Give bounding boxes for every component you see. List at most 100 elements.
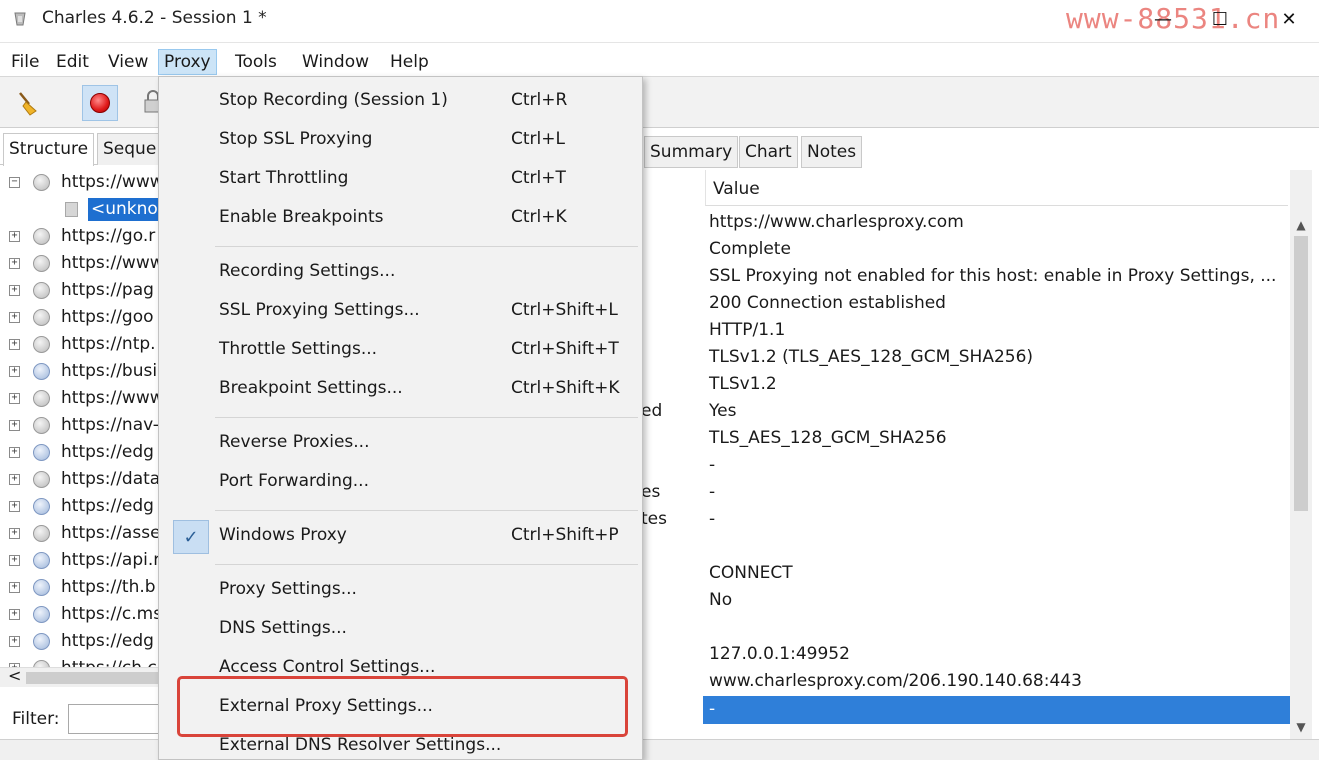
menu-item-reverse-proxies[interactable]: Reverse Proxies...	[159, 425, 642, 463]
value-cell[interactable]: SSL Proxying not enabled for this host: …	[709, 263, 1276, 290]
menu-item-throttle-settings[interactable]: Throttle Settings... Ctrl+Shift+T	[159, 332, 642, 370]
checkmark-icon: ✓	[173, 520, 209, 554]
menu-tools[interactable]: Tools	[230, 49, 282, 75]
tree-child-row[interactable]: <unkno	[0, 196, 165, 223]
scroll-down-icon[interactable]: ▼	[1290, 720, 1312, 734]
value-cell[interactable]: 200 Connection established	[709, 290, 946, 317]
expand-icon[interactable]: +	[9, 555, 20, 566]
collapse-icon[interactable]: −	[9, 177, 20, 188]
value-cell[interactable]: TLSv1.2	[709, 371, 777, 398]
tree-host-row[interactable]: + https://data	[0, 466, 165, 493]
tree-host-label: https://www	[61, 388, 164, 408]
menu-item-breakpoint-settings[interactable]: Breakpoint Settings... Ctrl+Shift+K	[159, 371, 642, 409]
menu-item-dns-settings[interactable]: DNS Settings...	[159, 611, 642, 649]
expand-icon[interactable]: +	[9, 420, 20, 431]
menu-item-ssl-proxying-settings[interactable]: SSL Proxying Settings... Ctrl+Shift+L	[159, 293, 642, 331]
tree-host-row[interactable]: + https://edg	[0, 439, 165, 466]
tree-host-row[interactable]: + https://edg	[0, 493, 165, 520]
tree-host-row[interactable]: + https://pag	[0, 277, 165, 304]
tree-child-label: <unkno	[88, 198, 161, 221]
expand-icon[interactable]: +	[9, 393, 20, 404]
menu-view[interactable]: View	[103, 49, 153, 75]
expand-icon[interactable]: +	[9, 366, 20, 377]
value-cell[interactable]: CONNECT	[709, 560, 793, 587]
host-lock-icon	[33, 471, 50, 488]
tree-host-row[interactable]: + https://www	[0, 250, 165, 277]
value-cell[interactable]: Complete	[709, 236, 791, 263]
scroll-up-icon[interactable]: ▲	[1290, 218, 1312, 232]
expand-icon[interactable]: +	[9, 582, 20, 593]
horizontal-scroll-thumb[interactable]	[26, 672, 161, 684]
minimize-button[interactable]: —	[1148, 6, 1178, 32]
value-cell[interactable]: www.charlesproxy.com/206.190.140.68:443	[709, 668, 1082, 695]
value-cell[interactable]: -	[709, 479, 715, 506]
filter-input[interactable]	[68, 704, 165, 734]
menu-file[interactable]: File	[6, 49, 44, 75]
tab-summary[interactable]: Summary	[644, 136, 739, 168]
expand-icon[interactable]: +	[9, 447, 20, 458]
close-button[interactable]: ✕	[1274, 6, 1304, 32]
host-lock-icon	[33, 606, 50, 623]
menu-item-port-forwarding[interactable]: Port Forwarding...	[159, 464, 642, 502]
record-button[interactable]	[82, 85, 118, 121]
tree-host-row[interactable]: + https://nav-	[0, 412, 165, 439]
value-cell[interactable]: -	[709, 506, 715, 533]
expand-icon[interactable]: +	[9, 231, 20, 242]
tree-host-row[interactable]: + https://go.r	[0, 223, 165, 250]
maximize-button[interactable]: ☐	[1205, 6, 1235, 32]
expand-icon[interactable]: +	[9, 636, 20, 647]
value-cell[interactable]: No	[709, 587, 732, 614]
expand-icon[interactable]: +	[9, 312, 20, 323]
menu-item-shortcut: Ctrl+Shift+T	[511, 339, 619, 359]
tab-notes[interactable]: Notes	[801, 136, 863, 168]
menu-item-stop-ssl-proxying[interactable]: Stop SSL Proxying Ctrl+L	[159, 122, 642, 160]
tree-host-row[interactable]: + https://www	[0, 385, 165, 412]
menu-item-proxy-settings[interactable]: Proxy Settings...	[159, 572, 642, 610]
expand-icon[interactable]: +	[9, 258, 20, 269]
scroll-left-icon[interactable]: <	[8, 666, 21, 685]
tab-structure[interactable]: Structure	[3, 133, 95, 166]
menu-item-shortcut: Ctrl+Shift+L	[511, 300, 618, 320]
tree-host-row[interactable]: + https://goo	[0, 304, 165, 331]
tree-host-row[interactable]: + https://busi	[0, 358, 165, 385]
value-cell[interactable]: HTTP/1.1	[709, 317, 785, 344]
tree-host-row[interactable]: − https://www	[0, 169, 165, 196]
tree-host-row[interactable]: + https://asse	[0, 520, 165, 547]
value-cell[interactable]: TLSv1.2 (TLS_AES_128_GCM_SHA256)	[709, 344, 1033, 371]
menu-window[interactable]: Window	[297, 49, 374, 75]
vertical-scroll-thumb[interactable]	[1294, 236, 1308, 511]
expand-icon[interactable]: +	[9, 285, 20, 296]
menu-item-windows-proxy[interactable]: ✓ Windows Proxy Ctrl+Shift+P	[159, 518, 642, 556]
horizontal-scrollbar[interactable]: <	[0, 666, 165, 687]
value-column-header[interactable]: Value	[705, 170, 1288, 206]
menu-item-recording-settings[interactable]: Recording Settings...	[159, 254, 642, 292]
menu-help[interactable]: Help	[385, 49, 434, 75]
request-icon	[65, 202, 78, 217]
expand-icon[interactable]: +	[9, 339, 20, 350]
expand-icon[interactable]: +	[9, 474, 20, 485]
value-cell[interactable]: https://www.charlesproxy.com	[709, 209, 964, 236]
tree-host-row[interactable]: + https://ntp.	[0, 331, 165, 358]
value-cell[interactable]: -	[709, 452, 715, 479]
menu-item-start-throttling[interactable]: Start Throttling Ctrl+T	[159, 161, 642, 199]
clear-session-button[interactable]	[10, 85, 46, 121]
tree-host-row[interactable]: + https://th.b	[0, 574, 165, 601]
tree-host-row[interactable]: + https://c.ms	[0, 601, 165, 628]
value-cell[interactable]: TLS_AES_128_GCM_SHA256	[709, 425, 947, 452]
tab-sequence[interactable]: Seque	[97, 133, 163, 165]
value-cell[interactable]: 127.0.0.1:49952	[709, 641, 850, 668]
tree-host-label: https://data	[61, 469, 161, 489]
value-cell[interactable]: Yes	[709, 398, 736, 425]
expand-icon[interactable]: +	[9, 609, 20, 620]
tree-host-row[interactable]: + https://api.r	[0, 547, 165, 574]
menu-proxy[interactable]: Proxy	[158, 49, 217, 75]
menu-item-enable-breakpoints[interactable]: Enable Breakpoints Ctrl+K	[159, 200, 642, 238]
menu-item-stop-recording-session-1[interactable]: Stop Recording (Session 1) Ctrl+R	[159, 83, 642, 121]
expand-icon[interactable]: +	[9, 528, 20, 539]
menu-edit[interactable]: Edit	[51, 49, 94, 75]
selected-value-row[interactable]: -	[703, 696, 1290, 724]
vertical-scrollbar[interactable]: ▲ ▼	[1290, 170, 1312, 740]
tree-host-row[interactable]: + https://edg	[0, 628, 165, 655]
expand-icon[interactable]: +	[9, 501, 20, 512]
tab-chart[interactable]: Chart	[739, 136, 798, 168]
